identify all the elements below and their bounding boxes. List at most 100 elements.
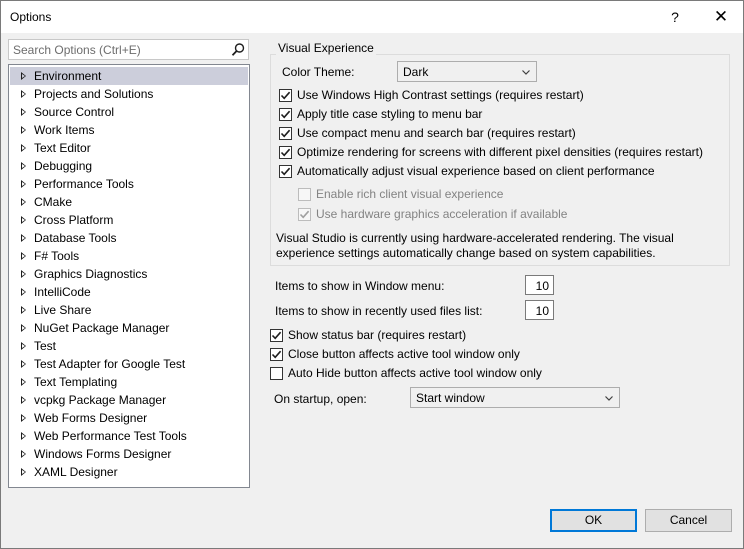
tree-item-label: Environment [34,69,102,83]
apply-title-case-styling-to-menu-bar-checkbox[interactable] [279,108,292,121]
optimize-rendering-for-screens-with-diff-checkbox[interactable] [279,146,292,159]
expand-arrow-icon[interactable] [21,360,26,368]
expand-arrow-icon[interactable] [21,72,26,80]
tree-item-text-editor[interactable]: Text Editor [10,139,248,157]
expand-arrow-icon[interactable] [21,198,26,206]
tree-item-label: XAML Designer [34,465,118,479]
color-theme-value: Dark [403,65,429,79]
checkbox-label: Enable rich client visual experience [316,187,504,201]
close-button[interactable]: ✕ [699,1,743,33]
tree-item-debugging[interactable]: Debugging [10,157,248,175]
expand-arrow-icon[interactable] [21,216,26,224]
tree-item-label: Windows Forms Designer [34,447,172,461]
tree-item-label: Projects and Solutions [34,87,154,101]
tree-item-label: Database Tools [34,231,117,245]
tree-item-f-tools[interactable]: F# Tools [10,247,248,265]
expand-arrow-icon[interactable] [21,342,26,350]
tree-item-work-items[interactable]: Work Items [10,121,248,139]
title-bar[interactable]: Options ? ✕ [1,1,743,33]
show-status-bar-requires-restart-checkbox[interactable] [270,329,283,342]
expand-arrow-icon[interactable] [21,468,26,476]
window-menu-count-input[interactable]: 10 [525,275,554,295]
tree-item-projects-and-solutions[interactable]: Projects and Solutions [10,85,248,103]
search-icon[interactable] [230,42,246,58]
tree-item-nuget-package-manager[interactable]: NuGet Package Manager [10,319,248,337]
tree-item-cross-platform[interactable]: Cross Platform [10,211,248,229]
tree-item-label: Test [34,339,57,353]
expand-arrow-icon[interactable] [21,270,26,278]
expand-arrow-icon[interactable] [21,432,26,440]
checkbox-label[interactable]: Auto Hide button affects active tool win… [288,366,542,380]
tree-item-label: Source Control [34,105,115,119]
checkbox-label[interactable]: Show status bar (requires restart) [288,328,466,342]
use-hardware-graphics-acceleration-if-av-checkbox [298,208,311,221]
expand-arrow-icon[interactable] [21,414,26,422]
use-windows-high-contrast-settings-requi-checkbox[interactable] [279,89,292,102]
expand-arrow-icon[interactable] [21,144,26,152]
expand-arrow-icon[interactable] [21,90,26,98]
tree-item-graphics-diagnostics[interactable]: Graphics Diagnostics [10,265,248,283]
expand-arrow-icon[interactable] [21,378,26,386]
tree-item-vcpkg-package-manager[interactable]: vcpkg Package Manager [10,391,248,409]
tree-item-label: Performance Tools [34,177,134,191]
search-box[interactable] [8,39,249,60]
tree-item-text-templating[interactable]: Text Templating [10,373,248,391]
startup-select[interactable]: Start window [410,387,620,408]
tree-item-web-forms-designer[interactable]: Web Forms Designer [10,409,248,427]
checkbox-label[interactable]: Use compact menu and search bar (require… [297,126,576,140]
checkbox-label[interactable]: Close button affects active tool window … [288,347,520,361]
ok-button[interactable]: OK [550,509,637,532]
tree-item-label: Web Performance Test Tools [34,429,187,443]
expand-arrow-icon[interactable] [21,162,26,170]
expand-arrow-icon[interactable] [21,126,26,134]
use-compact-menu-and-search-bar-requires-checkbox[interactable] [279,127,292,140]
tree-item-source-control[interactable]: Source Control [10,103,248,121]
dialog-title: Options [10,10,52,24]
tree-item-label: IntelliCode [34,285,91,299]
tree-item-live-share[interactable]: Live Share [10,301,248,319]
startup-label: On startup, open: [274,392,367,406]
tree-item-xaml-designer[interactable]: XAML Designer [10,463,248,481]
expand-arrow-icon[interactable] [21,108,26,116]
automatically-adjust-visual-experience-b-checkbox[interactable] [279,165,292,178]
color-theme-select[interactable]: Dark [397,61,537,82]
expand-arrow-icon[interactable] [21,288,26,296]
rendering-description: Visual Studio is currently using hardwar… [276,231,674,260]
tree-item-label: Text Editor [34,141,91,155]
tree-item-windows-forms-designer[interactable]: Windows Forms Designer [10,445,248,463]
tree-item-intellicode[interactable]: IntelliCode [10,283,248,301]
auto-hide-button-affects-active-tool-win-checkbox[interactable] [270,367,283,380]
window-menu-label: Items to show in Window menu: [275,279,445,293]
tree-item-test[interactable]: Test [10,337,248,355]
tree-item-label: Web Forms Designer [34,411,148,425]
chevron-down-icon [604,392,614,402]
tree-item-cmake[interactable]: CMake [10,193,248,211]
expand-arrow-icon[interactable] [21,450,26,458]
expand-arrow-icon[interactable] [21,180,26,188]
chevron-down-icon [521,66,531,76]
cancel-button[interactable]: Cancel [645,509,732,532]
search-input[interactable] [13,42,223,57]
tree-item-label: F# Tools [34,249,80,263]
expand-arrow-icon[interactable] [21,306,26,314]
expand-arrow-icon[interactable] [21,234,26,242]
tree-item-environment[interactable]: Environment [10,67,248,85]
checkbox-label[interactable]: Apply title case styling to menu bar [297,107,482,121]
recent-files-count-input[interactable]: 10 [525,300,554,320]
checkbox-label[interactable]: Use Windows High Contrast settings (requ… [297,88,584,102]
tree-item-web-performance-test-tools[interactable]: Web Performance Test Tools [10,427,248,445]
help-button[interactable]: ? [653,1,697,33]
close-button-affects-active-tool-window--checkbox[interactable] [270,348,283,361]
tree-item-performance-tools[interactable]: Performance Tools [10,175,248,193]
options-tree[interactable]: Environment Projects and Solutions Source … [8,64,250,488]
tree-item-database-tools[interactable]: Database Tools [10,229,248,247]
startup-value: Start window [416,391,485,405]
tree-item-test-adapter-for-google-test[interactable]: Test Adapter for Google Test [10,355,248,373]
expand-arrow-icon[interactable] [21,396,26,404]
checkbox-label[interactable]: Automatically adjust visual experience b… [297,164,655,178]
tree-item-label: Graphics Diagnostics [34,267,148,281]
checkbox-label[interactable]: Optimize rendering for screens with diff… [297,145,703,159]
expand-arrow-icon[interactable] [21,252,26,260]
expand-arrow-icon[interactable] [21,324,26,332]
tree-item-label: Text Templating [34,375,118,389]
